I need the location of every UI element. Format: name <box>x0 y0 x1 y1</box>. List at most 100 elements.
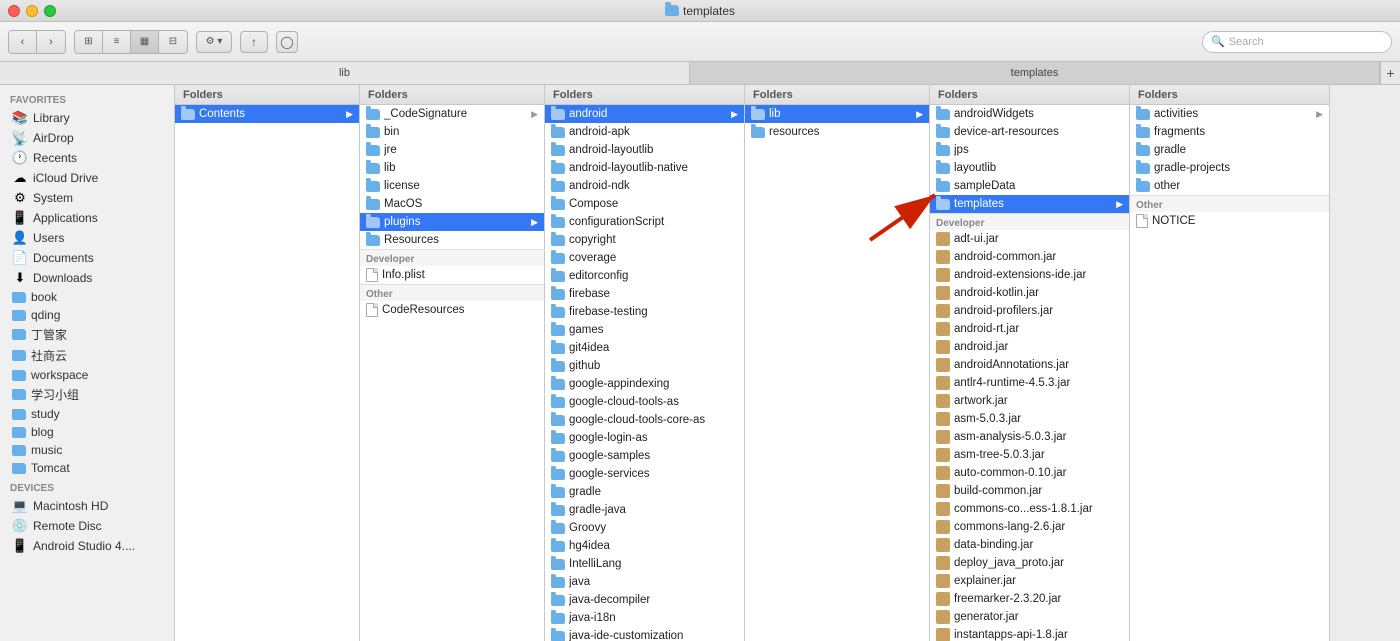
col-item-infoplist[interactable]: Info.plist <box>360 266 544 284</box>
sidebar-item-workspace[interactable]: workspace <box>4 366 170 384</box>
maximize-button[interactable] <box>44 5 56 17</box>
col-item-github[interactable]: github <box>545 357 744 375</box>
col-item-android-rt[interactable]: android-rt.jar <box>930 320 1129 338</box>
col-item-firebase[interactable]: firebase <box>545 285 744 303</box>
sidebar-item-recents[interactable]: 🕐 Recents <box>4 148 170 168</box>
col-item-java-decompiler[interactable]: java-decompiler <box>545 591 744 609</box>
sidebar-item-xuexixiaozu[interactable]: 学习小组 <box>4 384 170 405</box>
col-item-editorconfig[interactable]: editorconfig <box>545 267 744 285</box>
sidebar-item-dingguanjia[interactable]: 丁管家 <box>4 324 170 345</box>
view-list-button[interactable]: ≡ <box>103 31 131 53</box>
col-item-firebase-testing[interactable]: firebase-testing <box>545 303 744 321</box>
col-item-google-cloud-core[interactable]: google-cloud-tools-core-as <box>545 411 744 429</box>
col-item-asm-analysis[interactable]: asm-analysis-5.0.3.jar <box>930 428 1129 446</box>
sidebar-item-book[interactable]: book <box>4 288 170 306</box>
col-item-android-kotlin[interactable]: android-kotlin.jar <box>930 284 1129 302</box>
col-item-adt-ui[interactable]: adt-ui.jar <box>930 230 1129 248</box>
col-item-git4idea[interactable]: git4idea <box>545 339 744 357</box>
share-button[interactable]: ↑ <box>240 31 268 53</box>
sidebar-item-blog[interactable]: blog <box>4 423 170 441</box>
col-item-activities[interactable]: activities ▶ <box>1130 105 1329 123</box>
col-item-asm-tree[interactable]: asm-tree-5.0.3.jar <box>930 446 1129 464</box>
col-item-jre[interactable]: jre <box>360 141 544 159</box>
col-item-lib2[interactable]: lib ▶ <box>745 105 929 123</box>
col-item-java-ide[interactable]: java-ide-customization <box>545 627 744 641</box>
col-item-configscript[interactable]: configurationScript <box>545 213 744 231</box>
view-icon-button[interactable]: ⊞ <box>75 31 103 53</box>
sidebar-item-applications[interactable]: 📱 Applications <box>4 208 170 228</box>
col-item-other[interactable]: other <box>1130 177 1329 195</box>
col-item-androidAnnotations[interactable]: androidAnnotations.jar <box>930 356 1129 374</box>
col-item-generator[interactable]: generator.jar <box>930 608 1129 626</box>
col-item-google-services[interactable]: google-services <box>545 465 744 483</box>
nav-buttons[interactable]: ‹ › <box>8 30 66 54</box>
sidebar-item-remote-disc[interactable]: 💿 Remote Disc <box>4 516 170 536</box>
sidebar-item-macintosh[interactable]: 💻 Macintosh HD <box>4 496 170 516</box>
col-item-android-ext[interactable]: android-extensions-ide.jar <box>930 266 1129 284</box>
col-item-artwork[interactable]: artwork.jar <box>930 392 1129 410</box>
col-item-antlr4[interactable]: antlr4-runtime-4.5.3.jar <box>930 374 1129 392</box>
minimize-button[interactable] <box>26 5 38 17</box>
col-item-build-common[interactable]: build-common.jar <box>930 482 1129 500</box>
col-item-android-profilers[interactable]: android-profilers.jar <box>930 302 1129 320</box>
col-item-gradle-java[interactable]: gradle-java <box>545 501 744 519</box>
col-item-androidwidgets[interactable]: androidWidgets <box>930 105 1129 123</box>
col-item-games[interactable]: games <box>545 321 744 339</box>
sidebar-item-qding[interactable]: qding <box>4 306 170 324</box>
sidebar-item-library[interactable]: 📚 Library <box>4 108 170 128</box>
sidebar-item-documents[interactable]: 📄 Documents <box>4 248 170 268</box>
col-item-intellilang[interactable]: IntelliLang <box>545 555 744 573</box>
col-item-jps[interactable]: jps <box>930 141 1129 159</box>
col-item-freemarker[interactable]: freemarker-2.3.20.jar <box>930 590 1129 608</box>
col-item-sampledata[interactable]: sampleData <box>930 177 1129 195</box>
col-item-android-apk[interactable]: android-apk <box>545 123 744 141</box>
action-button[interactable]: ⚙ ▾ <box>196 31 232 53</box>
col-item-commons-lang[interactable]: commons-lang-2.6.jar <box>930 518 1129 536</box>
col-item-coderesources[interactable]: CodeResources <box>360 301 544 319</box>
col-item-resources[interactable]: Resources <box>360 231 544 249</box>
col-item-google-login[interactable]: google-login-as <box>545 429 744 447</box>
col-item-android-ndk[interactable]: android-ndk <box>545 177 744 195</box>
col-item-coverage[interactable]: coverage <box>545 249 744 267</box>
col-item-auto-common[interactable]: auto-common-0.10.jar <box>930 464 1129 482</box>
col-item-data-binding[interactable]: data-binding.jar <box>930 536 1129 554</box>
col-item-macos[interactable]: MacOS <box>360 195 544 213</box>
col-item-plugins[interactable]: plugins ▶ <box>360 213 544 231</box>
sidebar-item-android-studio[interactable]: 📱 Android Studio 4.... <box>4 536 170 556</box>
col-item-asm503[interactable]: asm-5.0.3.jar <box>930 410 1129 428</box>
col-item-android-common[interactable]: android-common.jar <box>930 248 1129 266</box>
sidebar-item-users[interactable]: 👤 Users <box>4 228 170 248</box>
path-segment-lib[interactable]: lib <box>0 62 690 84</box>
view-column-button[interactable]: ▦ <box>131 31 159 53</box>
col-item-google-samples[interactable]: google-samples <box>545 447 744 465</box>
view-cover-button[interactable]: ⊟ <box>159 31 187 53</box>
tag-button[interactable]: ◯ <box>276 31 298 53</box>
search-box[interactable]: 🔍 Search <box>1202 31 1392 53</box>
sidebar-item-airdrop[interactable]: 📡 AirDrop <box>4 128 170 148</box>
col-item-fragments[interactable]: fragments <box>1130 123 1329 141</box>
col-item-hg4idea[interactable]: hg4idea <box>545 537 744 555</box>
col-item-android-layoutlib[interactable]: android-layoutlib <box>545 141 744 159</box>
sidebar-item-tomcat[interactable]: Tomcat <box>4 459 170 477</box>
col-item-java[interactable]: java <box>545 573 744 591</box>
col-item-explainer[interactable]: explainer.jar <box>930 572 1129 590</box>
sidebar-item-shangyun[interactable]: 社商云 <box>4 345 170 366</box>
col-item-instantapps[interactable]: instantapps-api-1.8.jar <box>930 626 1129 641</box>
col-item-gradle2[interactable]: gradle <box>1130 141 1329 159</box>
col-item-lib[interactable]: lib <box>360 159 544 177</box>
sidebar-item-music[interactable]: music <box>4 441 170 459</box>
col-item-notice[interactable]: NOTICE <box>1130 212 1329 230</box>
sidebar-item-study[interactable]: study <box>4 405 170 423</box>
col-item-templates[interactable]: templates ▶ <box>930 195 1129 213</box>
col-item-gradle-projects[interactable]: gradle-projects <box>1130 159 1329 177</box>
col-item-android[interactable]: android ▶ <box>545 105 744 123</box>
col-item-resources2[interactable]: resources <box>745 123 929 141</box>
back-button[interactable]: ‹ <box>9 31 37 53</box>
col-item-layoutlib[interactable]: layoutlib <box>930 159 1129 177</box>
sidebar-item-downloads[interactable]: ⬇ Downloads <box>4 268 170 288</box>
col-item-google-cloud-as[interactable]: google-cloud-tools-as <box>545 393 744 411</box>
col-item-license[interactable]: license <box>360 177 544 195</box>
col-item-android-jar[interactable]: android.jar <box>930 338 1129 356</box>
col-item-groovy[interactable]: Groovy <box>545 519 744 537</box>
col-item-contents[interactable]: Contents ▶ <box>175 105 359 123</box>
